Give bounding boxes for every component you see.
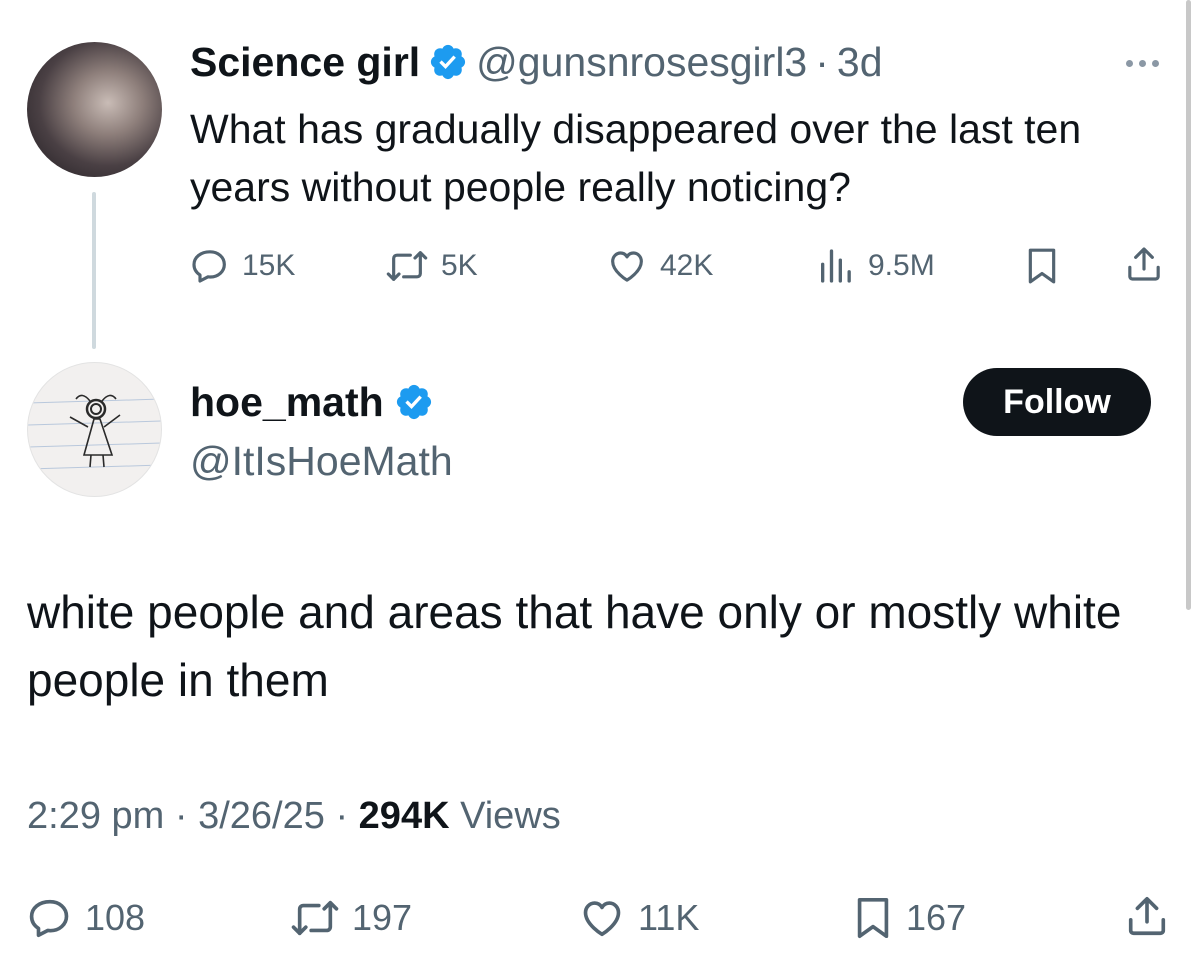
- parent-author-handle[interactable]: @gunsnrosesgirl3: [476, 38, 807, 86]
- reply-bookmark-count: 167: [906, 897, 967, 938]
- parent-views-action[interactable]: 9.5M: [816, 246, 935, 286]
- reply-share-action[interactable]: [1124, 893, 1170, 939]
- tweet-meta: 2:29 pm · 3/26/25 · 294K Views: [27, 793, 561, 839]
- scrollbar[interactable]: [1186, 0, 1191, 610]
- reply-reply-count: 108: [85, 897, 146, 938]
- meta-separator: ·: [174, 795, 199, 837]
- reply-like-action[interactable]: 11K: [578, 895, 699, 941]
- parent-tweet-header: Science girl @gunsnrosesgirl3 · 3d: [190, 38, 883, 86]
- verified-badge-icon: [431, 44, 466, 80]
- reply-name-row: hoe_math: [190, 378, 434, 426]
- reply-author-name[interactable]: hoe_math: [190, 378, 384, 426]
- bookmark-icon: [857, 897, 889, 939]
- heart-icon: [583, 901, 621, 937]
- doodle-avatar-image: [28, 394, 161, 470]
- parent-bookmark-action[interactable]: [1024, 246, 1060, 286]
- repost-icon: [386, 251, 428, 281]
- parent-tweet-text: What has gradually disappeared over the …: [190, 106, 1082, 210]
- thread-connector-line: [92, 192, 96, 349]
- bookmark-icon: [1028, 248, 1056, 284]
- reply-bookmark-action[interactable]: 167: [852, 895, 966, 941]
- heart-icon: [611, 251, 643, 282]
- share-icon: [1128, 247, 1160, 281]
- parent-author-name[interactable]: Science girl: [190, 38, 420, 86]
- parent-like-count: 42K: [660, 249, 714, 282]
- views-label: Views: [460, 795, 561, 837]
- parent-reply-action[interactable]: 15K: [190, 246, 295, 286]
- more-options-icon[interactable]: [1116, 48, 1168, 78]
- reply-tweet-text: white people and areas that have only or…: [27, 586, 1122, 706]
- reply-reply-action[interactable]: 108: [27, 895, 145, 941]
- reply-author-handle[interactable]: @ItIsHoeMath: [190, 437, 453, 485]
- parent-tweet-age[interactable]: 3d: [837, 38, 883, 86]
- parent-repost-count: 5K: [441, 249, 478, 282]
- reply-like-count: 11K: [638, 897, 700, 938]
- follow-button[interactable]: Follow: [963, 368, 1151, 436]
- repost-icon: [291, 900, 339, 936]
- tweet-date[interactable]: 3/26/25: [198, 795, 325, 837]
- views-chart-icon: [821, 249, 851, 283]
- parent-views-count: 9.5M: [868, 249, 935, 282]
- reply-repost-count: 197: [352, 897, 413, 938]
- reply-repost-action[interactable]: 197: [290, 895, 412, 941]
- parent-share-action[interactable]: [1124, 244, 1164, 284]
- reply-author-avatar[interactable]: [27, 362, 162, 497]
- parent-author-avatar[interactable]: [27, 42, 162, 177]
- parent-reply-count: 15K: [242, 249, 296, 282]
- meta-separator: ·: [335, 795, 359, 837]
- parent-like-action[interactable]: 42K: [606, 246, 713, 286]
- header-separator: ·: [815, 39, 829, 85]
- views-count: 294K: [358, 795, 450, 837]
- reply-icon: [29, 899, 69, 938]
- verified-badge-icon: [396, 384, 431, 420]
- share-icon: [1128, 896, 1166, 936]
- tweet-time[interactable]: 2:29 pm: [27, 795, 164, 837]
- parent-repost-action[interactable]: 5K: [385, 246, 478, 286]
- reply-icon: [192, 250, 226, 283]
